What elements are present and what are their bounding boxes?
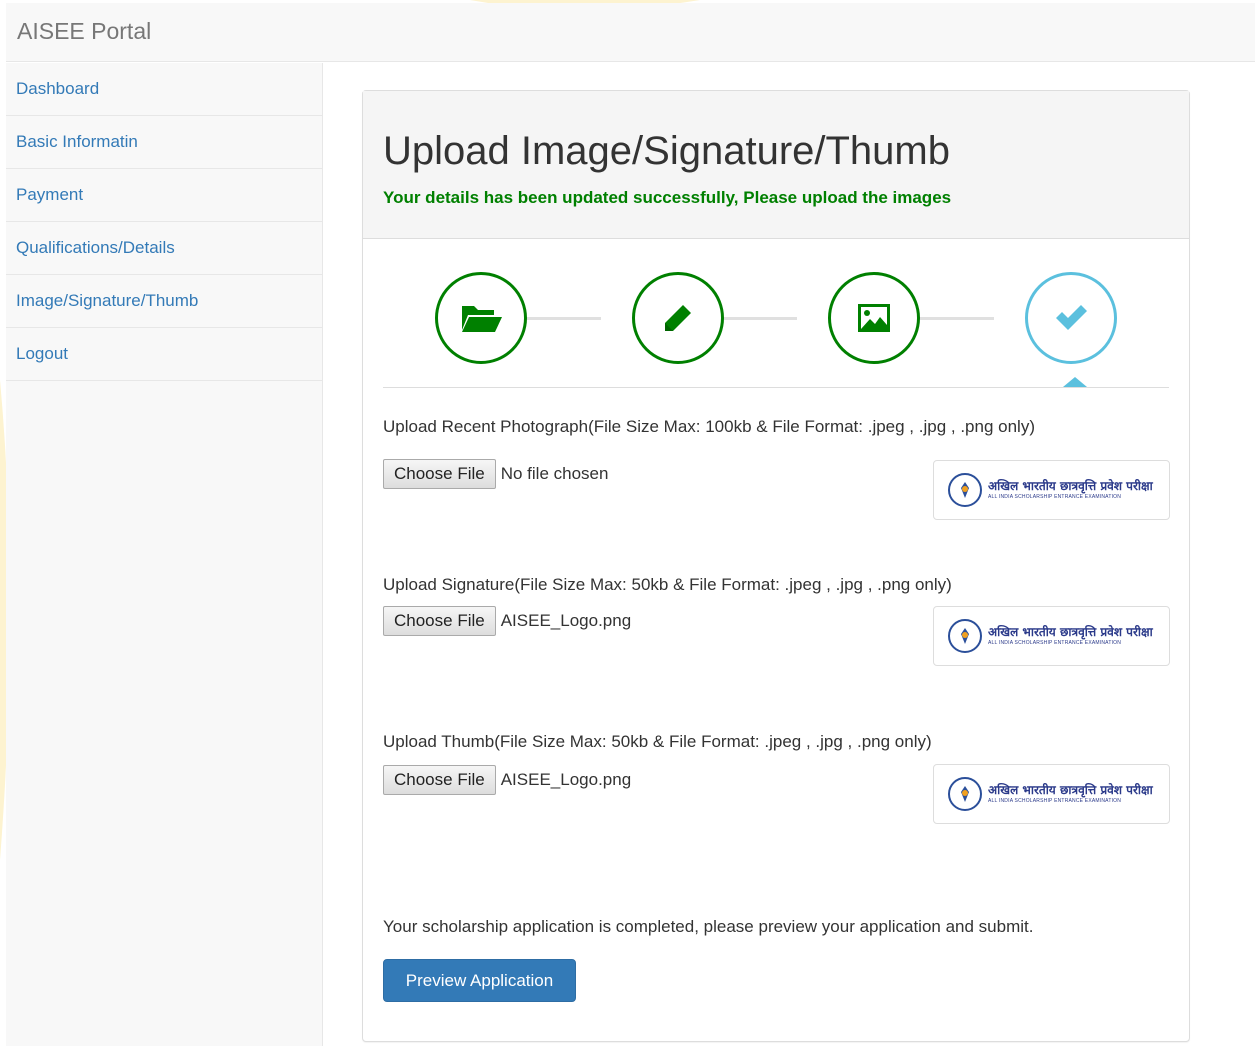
success-message: Your details has been updated successful… [383,188,952,207]
logo-english-text: ALL INDIA SCHOLARSHIP ENTRANCE EXAMINATI… [988,494,1122,500]
sidebar-item-qualifications[interactable]: Qualifications/Details [6,222,322,275]
aisee-logo-text: अखिल भारतीय छात्रवृत्ति प्रवेश परीक्षा A… [988,784,1153,804]
step-edit[interactable] [632,272,724,364]
aisee-emblem-icon [948,473,982,507]
step-image[interactable] [828,272,920,364]
folder-open-icon [462,306,502,332]
panel-heading: Upload Image/Signature/Thumb Your detail… [363,91,1189,239]
steps-divider [383,387,1169,388]
signature-file-name: AISEE_Logo.png [500,611,632,630]
thumb-file-name: AISEE_Logo.png [500,770,632,789]
preview-application-button[interactable]: Preview Application [383,959,576,1002]
top-navbar: AISEE Portal [6,3,1255,62]
thumb-preview: अखिल भारतीय छात्रवृत्ति प्रवेश परीक्षा A… [933,764,1170,824]
logo-hindi-text: अखिल भारतीय छात्रवृत्ति प्रवेश परीक्षा [988,783,1153,797]
main-content: Upload Image/Signature/Thumb Your detail… [323,63,1255,1046]
upload-thumb-file-input[interactable]: Choose File AISEE_Logo.png [383,765,631,795]
sidebar-item-image-signature-thumb[interactable]: Image/Signature/Thumb [6,275,322,328]
upload-thumb-section: Upload Thumb(File Size Max: 50kb & File … [383,732,1170,852]
signature-preview: अखिल भारतीय छात्रवृत्ति प्रवेश परीक्षा A… [933,606,1170,666]
step-upload[interactable] [435,272,527,364]
pencil-icon [665,305,691,331]
photo-file-name: No file chosen [500,464,609,483]
choose-thumb-button[interactable]: Choose File [383,765,496,795]
upload-signature-label: Upload Signature(File Size Max: 50kb & F… [383,575,952,594]
logo-hindi-text: अखिल भारतीय छात्रवृत्ति प्रवेश परीक्षा [988,625,1153,639]
aisee-emblem-icon [948,619,982,653]
choose-signature-button[interactable]: Choose File [383,606,496,636]
check-icon [1056,305,1087,330]
progress-steps [383,251,1169,391]
logo-hindi-text: अखिल भारतीय छात्रवृत्ति प्रवेश परीक्षा [988,479,1153,493]
upload-signature-section: Upload Signature(File Size Max: 50kb & F… [383,575,1170,695]
aisee-emblem-icon [948,777,982,811]
upload-photo-file-input[interactable]: Choose File No file chosen [383,459,608,489]
upload-signature-file-input[interactable]: Choose File AISEE_Logo.png [383,606,631,636]
sidebar-item-dashboard[interactable]: Dashboard [6,63,322,116]
step-complete[interactable] [1025,272,1117,364]
photo-preview: अखिल भारतीय छात्रवृत्ति प्रवेश परीक्षा A… [933,460,1170,520]
sidebar: Dashboard Basic Informatin Payment Quali… [6,63,323,1046]
logo-english-text: ALL INDIA SCHOLARSHIP ENTRANCE EXAMINATI… [988,640,1122,646]
sidebar-item-basic-information[interactable]: Basic Informatin [6,116,322,169]
brand-title[interactable]: AISEE Portal [17,18,151,45]
sidebar-item-payment[interactable]: Payment [6,169,322,222]
sidebar-item-logout[interactable]: Logout [6,328,322,381]
upload-panel: Upload Image/Signature/Thumb Your detail… [362,90,1190,1042]
aisee-logo-text: अखिल भारतीय छात्रवृत्ति प्रवेश परीक्षा A… [988,626,1153,646]
choose-photo-button[interactable]: Choose File [383,459,496,489]
completion-message: Your scholarship application is complete… [383,917,1034,936]
image-icon [858,304,890,332]
active-step-indicator [1063,377,1087,387]
upload-photo-section: Upload Recent Photograph(File Size Max: … [383,417,1170,537]
aisee-logo-text: अखिल भारतीय छात्रवृत्ति प्रवेश परीक्षा A… [988,480,1153,500]
upload-photo-label: Upload Recent Photograph(File Size Max: … [383,417,1035,436]
sidebar-nav: Dashboard Basic Informatin Payment Quali… [6,63,322,381]
page-title: Upload Image/Signature/Thumb [383,129,950,173]
upload-thumb-label: Upload Thumb(File Size Max: 50kb & File … [383,732,932,751]
logo-english-text: ALL INDIA SCHOLARSHIP ENTRANCE EXAMINATI… [988,798,1122,804]
